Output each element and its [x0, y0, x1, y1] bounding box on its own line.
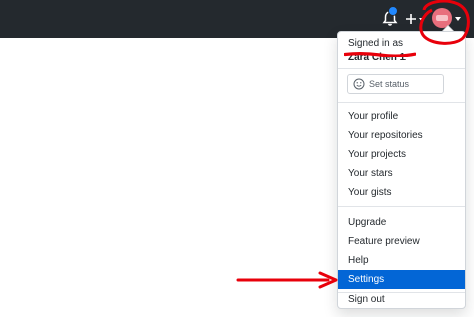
signed-in-label: Signed in as: [348, 38, 404, 49]
chevron-down-icon: [455, 17, 461, 21]
chevron-down-icon: [419, 18, 425, 22]
menu-item-your-repositories[interactable]: Your repositories: [338, 126, 465, 145]
divider: [338, 206, 465, 207]
menu-item-upgrade[interactable]: Upgrade: [338, 213, 465, 232]
set-status-label: Set status: [369, 79, 410, 89]
avatar-image: [436, 15, 448, 21]
menu-item-your-projects[interactable]: Your projects: [338, 145, 465, 164]
menu-item-your-gists[interactable]: Your gists: [338, 183, 465, 202]
create-menu-button[interactable]: [405, 11, 427, 27]
set-status-button[interactable]: Set status: [347, 74, 444, 94]
username-redaction-mark: [344, 52, 416, 57]
menu-item-your-stars[interactable]: Your stars: [338, 164, 465, 183]
notification-indicator: [388, 6, 398, 16]
menu-item-sign-out[interactable]: Sign out: [338, 290, 465, 309]
divider: [338, 68, 465, 69]
smiley-icon: [353, 78, 365, 90]
menu-item-feature-preview[interactable]: Feature preview: [338, 232, 465, 251]
divider: [338, 102, 465, 103]
user-dropdown-menu: Signed in as Zara Chen 11 Set status You…: [337, 31, 466, 309]
plus-icon: [406, 14, 416, 24]
annotation-arrowhead: [318, 271, 338, 289]
menu-item-your-profile[interactable]: Your profile: [338, 107, 465, 126]
menu-item-help[interactable]: Help: [338, 251, 465, 270]
menu-item-settings[interactable]: Settings: [338, 270, 465, 289]
